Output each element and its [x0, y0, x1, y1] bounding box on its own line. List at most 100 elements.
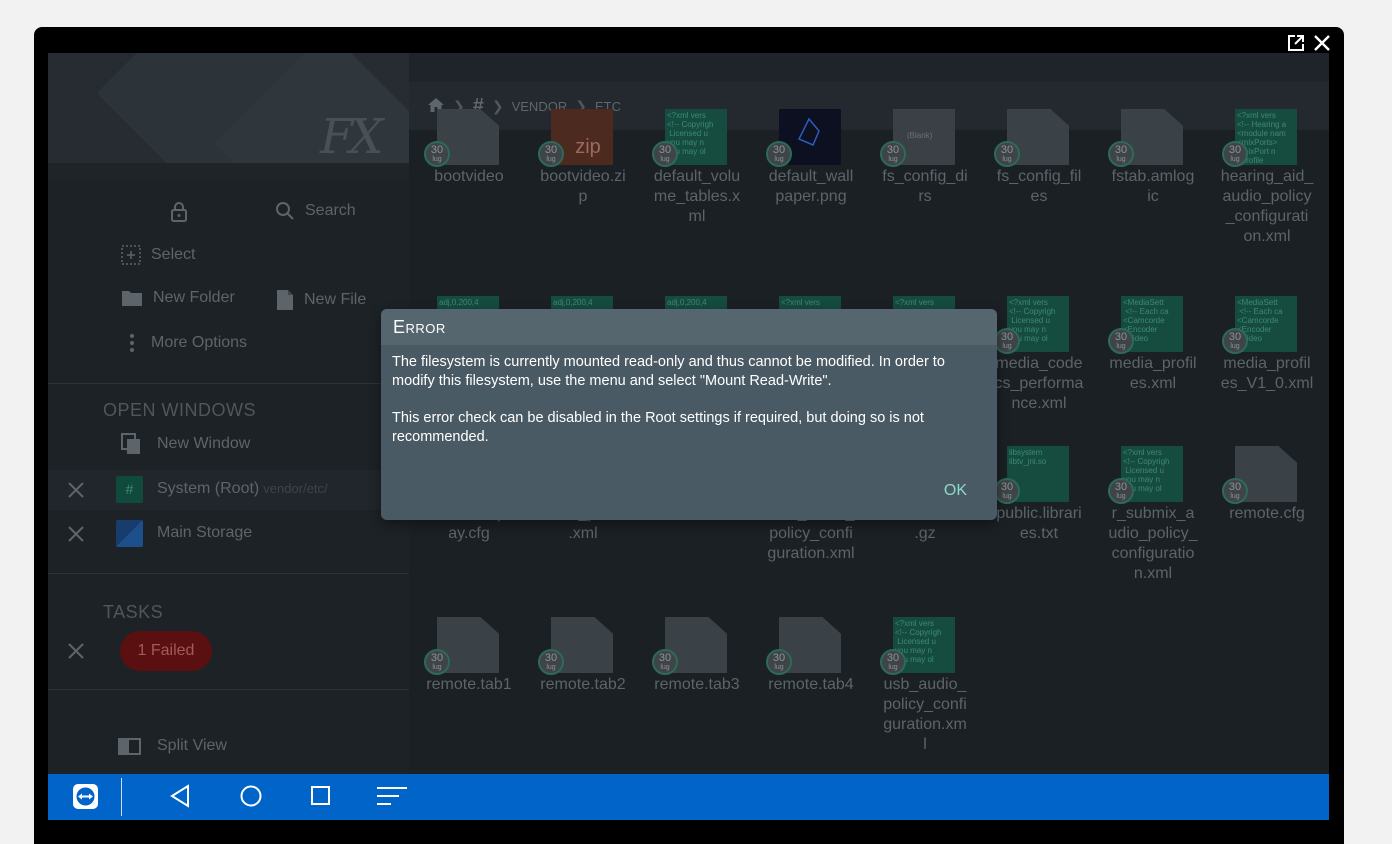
more-options-button[interactable]: More Options — [128, 333, 247, 353]
file-name: fstab.amlog ic — [1111, 168, 1195, 205]
error-dialog: Error The filesystem is currently mounte… — [381, 309, 997, 520]
lock-button[interactable] — [170, 201, 198, 223]
file-item[interactable]: (Blank) 30 lug fs_config_di rs — [868, 109, 982, 241]
recents-icon[interactable] — [310, 784, 332, 806]
date-badge: 30 lug — [1222, 141, 1248, 167]
dialog-body: The filesystem is currently mounted read… — [381, 345, 997, 447]
file-item[interactable]: <MediaSett <!-- Each ca <Camcorde <Encod… — [1210, 296, 1324, 406]
file-item[interactable]: 30 lug remote.tab4 — [754, 617, 868, 727]
date-month: lug — [546, 664, 556, 671]
dismiss-task-icon[interactable] — [66, 641, 86, 661]
file-name: media_profil es_V1_0.xml — [1220, 355, 1314, 392]
date-month: lug — [1230, 156, 1240, 163]
date-badge: 30 lug — [538, 141, 564, 167]
file-item[interactable]: 30 lug remote.tab3 — [640, 617, 754, 727]
date-day: 30 — [1228, 144, 1242, 156]
split-view-label: Split View — [157, 737, 227, 754]
file-item[interactable]: <?xml vers <!-- Copyrigh Licensed u you … — [982, 296, 1096, 412]
close-window-icon[interactable] — [66, 480, 86, 500]
file-item[interactable]: <?xml vers <!-- Copyrigh Licensed u you … — [1096, 446, 1210, 582]
file-name: r_submix_a udio_policy_ configuratio n.x… — [1108, 505, 1198, 582]
date-month: lug — [1116, 493, 1126, 500]
app-logo: FX — [320, 109, 384, 165]
date-badge: 30 lug — [880, 649, 906, 675]
file-item[interactable]: <?xml vers <!-- Hearing a <module nam <m… — [1210, 109, 1324, 245]
external-link-icon[interactable] — [1286, 33, 1306, 53]
search-button[interactable]: Search — [275, 201, 356, 221]
date-day: 30 — [886, 144, 900, 156]
date-badge: 30 lug — [1222, 328, 1248, 354]
file-item[interactable]: 30 lug remote.tab2 — [526, 617, 640, 727]
file-item[interactable]: zip 30 lug bootvideo.zi p — [526, 109, 640, 241]
file-name: media_profil es.xml — [1109, 355, 1197, 392]
date-day: 30 — [886, 652, 900, 664]
file-name: remote.tab4 — [768, 676, 854, 693]
date-day: 30 — [658, 652, 672, 664]
date-month: lug — [774, 664, 784, 671]
thumbnail-text: <?xml vers — [781, 298, 820, 307]
file-name: default_volu me_tables.x ml — [653, 168, 741, 225]
date-month: lug — [1116, 343, 1126, 350]
file-item[interactable]: 30 lug fs_config_fil es — [982, 109, 1096, 241]
date-month: lug — [1002, 343, 1012, 350]
file-item[interactable]: 30 lug default_wall paper.png — [754, 109, 868, 241]
file-item[interactable]: <MediaSett <!-- Each ca <Camcorde <Encod… — [1096, 296, 1210, 406]
window-item-main-storage[interactable]: Main Storage — [48, 514, 409, 554]
date-badge: 30 lug — [424, 141, 450, 167]
dialog-title-text: Error — [393, 316, 446, 337]
date-badge: 30 lug — [994, 328, 1020, 354]
file-name: usb_audio_ policy_confi guration.xm l — [883, 676, 967, 753]
new-window-button[interactable]: New Window — [121, 433, 250, 455]
select-button[interactable]: Select — [121, 245, 195, 265]
close-icon[interactable] — [1312, 33, 1332, 53]
window-item-label: Main Storage — [157, 524, 253, 541]
chevron-right-icon: ❯ — [491, 97, 504, 114]
date-month: lug — [660, 156, 670, 163]
new-folder-button[interactable]: New Folder — [121, 289, 235, 307]
device-screen: FX Search Select New Folder New File Mor… — [48, 53, 1329, 820]
sidebar: FX Search Select New Folder New File Mor… — [48, 53, 409, 774]
window-controls — [1286, 33, 1332, 53]
file-name: public.librari es.txt — [996, 505, 1082, 542]
file-name: fs_config_fil es — [996, 168, 1082, 205]
file-item[interactable]: <?xml vers <!-- Copyrigh Licensed u you … — [640, 109, 754, 241]
teamviewer-icon[interactable] — [72, 783, 99, 810]
file-name: fs_config_di rs — [882, 168, 968, 205]
ok-button[interactable]: OK — [944, 482, 967, 500]
new-window-label: New Window — [157, 435, 251, 452]
search-icon — [275, 201, 295, 221]
file-name: default_wall paper.png — [768, 168, 854, 205]
breadcrumb: ❯ # ❯ VENDOR ❯ ETC — [409, 82, 1329, 130]
home-circle-icon[interactable] — [239, 784, 263, 808]
date-badge: 30 lug — [994, 478, 1020, 504]
more-options-label: More Options — [151, 334, 248, 351]
date-badge: 30 lug — [424, 649, 450, 675]
file-item[interactable]: 30 lug bootvideo — [412, 109, 526, 241]
date-badge: 30 lug — [766, 141, 792, 167]
thumbnail-text: <?xml vers — [895, 298, 934, 307]
date-month: lug — [546, 156, 556, 163]
back-icon[interactable] — [169, 784, 191, 808]
date-day: 30 — [772, 652, 786, 664]
menu-icon[interactable] — [376, 784, 408, 808]
file-item[interactable]: libsystem libtv_jni.so 30 lug public.librar… — [982, 446, 1096, 556]
file-item[interactable]: 30 lug remote.tab1 — [412, 617, 526, 727]
split-view-button[interactable]: Split View — [118, 737, 227, 755]
file-name: remote.tab1 — [426, 676, 512, 693]
window-item-root[interactable]: # System (Root) vendor/etc/ — [48, 470, 409, 510]
failed-task-badge[interactable]: 1 Failed — [120, 631, 212, 671]
date-day: 30 — [1228, 481, 1242, 493]
date-badge: 30 lug — [652, 141, 678, 167]
new-file-button[interactable]: New File — [276, 289, 366, 311]
folder-icon — [121, 289, 143, 307]
file-item[interactable]: 30 lug remote.cfg — [1210, 446, 1324, 556]
file-item[interactable]: 30 lug fstab.amlog ic — [1096, 109, 1210, 241]
close-window-icon[interactable] — [66, 524, 86, 544]
divider — [48, 689, 409, 690]
file-name: remote.tab3 — [654, 676, 740, 693]
file-name: remote.cfg — [1229, 505, 1305, 522]
search-label: Search — [305, 202, 356, 219]
divider — [48, 383, 409, 384]
file-item[interactable]: <?xml vers <!-- Copyrigh Licensed u you … — [868, 617, 982, 753]
date-month: lug — [888, 156, 898, 163]
